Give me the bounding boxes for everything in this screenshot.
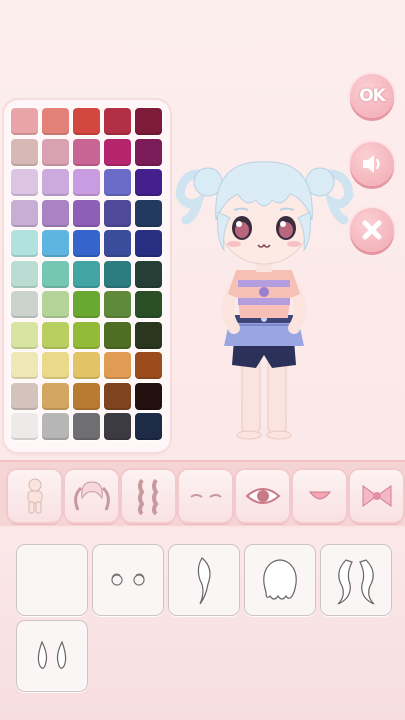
- color-swatch[interactable]: [135, 352, 162, 379]
- color-swatch[interactable]: [135, 413, 162, 440]
- color-swatch[interactable]: [104, 230, 131, 257]
- tab-eyebrows[interactable]: [179, 470, 232, 522]
- item-long-side-hair[interactable]: [320, 544, 392, 616]
- color-swatch[interactable]: [104, 199, 131, 227]
- color-swatch[interactable]: [73, 291, 100, 318]
- eye-icon: [244, 488, 281, 504]
- category-tab-bar: [0, 460, 405, 526]
- color-swatch[interactable]: [135, 169, 162, 196]
- color-swatch[interactable]: [135, 382, 162, 410]
- color-swatch[interactable]: [104, 382, 131, 410]
- ok-button-label: OK: [359, 86, 386, 106]
- color-swatch[interactable]: [42, 291, 69, 318]
- color-swatch[interactable]: [42, 169, 69, 196]
- braids-hair-icon: [137, 478, 158, 516]
- color-swatch[interactable]: [42, 138, 69, 166]
- color-swatch[interactable]: [11, 382, 38, 410]
- color-swatch[interactable]: [104, 352, 131, 379]
- item-round-accessory[interactable]: [92, 544, 164, 616]
- tab-mouth[interactable]: [293, 470, 346, 522]
- color-swatch[interactable]: [73, 138, 100, 166]
- color-swatch[interactable]: [135, 230, 162, 257]
- color-swatch[interactable]: [104, 321, 131, 349]
- color-swatch[interactable]: [73, 382, 100, 410]
- item-selection-panel: [0, 528, 405, 720]
- color-swatch[interactable]: [11, 199, 38, 227]
- item-side-lock-hair[interactable]: [168, 544, 240, 616]
- tab-hair-braids[interactable]: [122, 470, 175, 522]
- chibi-character: [175, 161, 354, 440]
- color-swatch[interactable]: [73, 230, 100, 257]
- color-swatch[interactable]: [42, 321, 69, 349]
- color-swatch[interactable]: [42, 382, 69, 410]
- color-swatch[interactable]: [42, 352, 69, 379]
- color-swatch[interactable]: [11, 169, 38, 196]
- color-swatch[interactable]: [42, 199, 69, 227]
- tab-body[interactable]: [8, 470, 61, 522]
- close-x-icon: [362, 220, 382, 240]
- color-swatch[interactable]: [42, 108, 69, 135]
- bob-hair-icon: [263, 559, 297, 600]
- color-swatch[interactable]: [135, 108, 162, 135]
- bow-icon: [362, 485, 391, 507]
- color-palette: [4, 100, 170, 452]
- item-pointed-ears[interactable]: [16, 620, 88, 692]
- color-swatch[interactable]: [73, 199, 100, 227]
- body-icon: [27, 478, 42, 514]
- color-swatch[interactable]: [11, 260, 38, 288]
- twintails-hair-icon: [73, 481, 110, 511]
- ok-button[interactable]: OK: [350, 74, 394, 118]
- item-bob-hair[interactable]: [244, 544, 316, 616]
- color-swatch[interactable]: [11, 413, 38, 440]
- long-side-hair-icon: [337, 559, 375, 605]
- color-swatch[interactable]: [104, 291, 131, 318]
- color-swatch[interactable]: [73, 260, 100, 288]
- color-swatch[interactable]: [42, 260, 69, 288]
- color-swatch-grid: [11, 108, 164, 440]
- color-swatch[interactable]: [104, 413, 131, 440]
- side-lock-hair-icon: [197, 557, 211, 605]
- pointed-ears-icon: [37, 640, 67, 669]
- tab-hair-twintails[interactable]: [65, 470, 118, 522]
- color-swatch[interactable]: [73, 321, 100, 349]
- color-swatch[interactable]: [42, 413, 69, 440]
- color-swatch[interactable]: [11, 138, 38, 166]
- round-accessory-icon: [111, 573, 145, 586]
- color-swatch[interactable]: [73, 352, 100, 379]
- color-swatch[interactable]: [104, 138, 131, 166]
- eyebrows-icon: [189, 494, 222, 498]
- color-swatch[interactable]: [73, 413, 100, 440]
- color-swatch[interactable]: [73, 108, 100, 135]
- color-swatch[interactable]: [11, 230, 38, 257]
- item-none[interactable]: [16, 544, 88, 616]
- color-swatch[interactable]: [11, 352, 38, 379]
- tab-eyes[interactable]: [236, 470, 289, 522]
- color-swatch[interactable]: [135, 321, 162, 349]
- color-swatch[interactable]: [42, 230, 69, 257]
- tab-hair-bow[interactable]: [350, 470, 403, 522]
- mouth-icon: [308, 491, 331, 500]
- color-swatch[interactable]: [11, 321, 38, 349]
- color-swatch[interactable]: [104, 108, 131, 135]
- color-swatch[interactable]: [135, 199, 162, 227]
- speaker-icon: [363, 155, 380, 173]
- color-swatch[interactable]: [104, 169, 131, 196]
- color-swatch[interactable]: [135, 291, 162, 318]
- color-swatch[interactable]: [104, 260, 131, 288]
- color-swatch[interactable]: [73, 169, 100, 196]
- color-swatch[interactable]: [11, 291, 38, 318]
- color-swatch[interactable]: [11, 108, 38, 135]
- color-swatch[interactable]: [135, 138, 162, 166]
- color-swatch[interactable]: [135, 260, 162, 288]
